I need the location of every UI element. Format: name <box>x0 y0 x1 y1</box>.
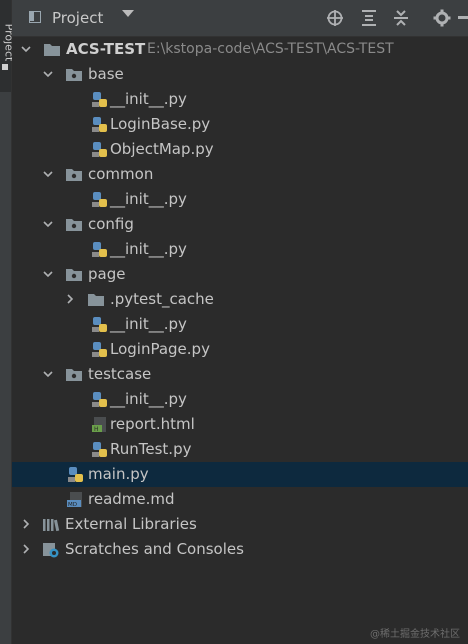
tree-row-file[interactable]: LoginPage.py <box>12 337 468 362</box>
root-folder-name: ACS-TEST <box>66 40 146 58</box>
tab-marker-icon <box>2 64 8 70</box>
python-file-icon <box>92 142 107 157</box>
python-file-icon <box>92 242 107 257</box>
folder-name: base <box>88 65 124 83</box>
file-name: RunTest.py <box>110 440 192 458</box>
file-name: LoginPage.py <box>110 340 210 358</box>
scratches-label: Scratches and Consoles <box>65 540 244 558</box>
package-folder-icon <box>66 169 82 181</box>
python-file-icon <box>92 117 107 132</box>
tree-row-folder-pytest-cache[interactable]: .pytest_cache <box>12 287 468 312</box>
svg-text:MD: MD <box>68 502 77 508</box>
crosshair-icon[interactable] <box>326 9 344 27</box>
library-icon <box>43 519 60 532</box>
tree-row-file[interactable]: ObjectMap.py <box>12 137 468 162</box>
tree-row-folder-config[interactable]: config <box>12 212 468 237</box>
file-name: __init__.py <box>110 90 187 108</box>
tree-row-file[interactable]: __init__.py <box>12 237 468 262</box>
root-folder-path: E:\kstopa-code\ACS-TEST\ACS-TEST <box>147 41 394 57</box>
tree-row-file[interactable]: __init__.py <box>12 87 468 112</box>
package-folder-icon <box>66 69 82 81</box>
python-file-icon <box>92 317 107 332</box>
folder-icon <box>88 294 104 306</box>
collapse-all-icon[interactable] <box>392 9 410 27</box>
view-dropdown-chevron-icon[interactable] <box>122 10 134 17</box>
file-name: __init__.py <box>110 190 187 208</box>
project-view-icon <box>29 11 41 23</box>
panel-title[interactable]: Project <box>52 9 103 27</box>
package-folder-icon <box>66 219 82 231</box>
file-name: report.html <box>110 415 195 433</box>
file-name: __init__.py <box>110 315 187 333</box>
python-file-icon <box>68 467 83 482</box>
tree-row-external-libraries[interactable]: External Libraries <box>12 512 468 537</box>
folder-name: page <box>88 265 126 283</box>
project-tree: ACS-TEST E:\kstopa-code\ACS-TEST\ACS-TES… <box>12 37 468 562</box>
file-name: LoginBase.py <box>110 115 211 133</box>
tree-row-file[interactable]: LoginBase.py <box>12 112 468 137</box>
chevron-down-icon[interactable] <box>42 168 54 180</box>
tree-row-folder-base[interactable]: base <box>12 62 468 87</box>
file-name: __init__.py <box>110 390 187 408</box>
python-file-icon <box>92 442 107 457</box>
tree-row-scratches[interactable]: Scratches and Consoles <box>12 537 468 562</box>
file-name: ObjectMap.py <box>110 140 214 158</box>
folder-icon <box>44 44 60 56</box>
tree-row-file[interactable]: RunTest.py <box>12 437 468 462</box>
tree-row-file[interactable]: MD readme.md <box>12 487 468 512</box>
scratches-icon <box>43 543 59 558</box>
tree-row-file[interactable]: __init__.py <box>12 387 468 412</box>
tree-row-root[interactable]: ACS-TEST E:\kstopa-code\ACS-TEST\ACS-TES… <box>12 37 468 62</box>
chevron-down-icon[interactable] <box>42 68 54 80</box>
project-tool-tab[interactable]: Project <box>0 0 15 92</box>
file-name: main.py <box>88 465 149 483</box>
tree-row-file[interactable]: __init__.py <box>12 312 468 337</box>
file-name: __init__.py <box>110 240 187 258</box>
folder-name: testcase <box>88 365 152 383</box>
markdown-file-icon: MD <box>67 492 82 508</box>
folder-name: .pytest_cache <box>110 290 214 308</box>
chevron-right-icon[interactable] <box>20 518 32 530</box>
chevron-down-icon[interactable] <box>42 218 54 230</box>
tree-row-file[interactable]: H report.html <box>12 412 468 437</box>
chevron-right-icon[interactable] <box>20 543 32 555</box>
watermark: @稀土掘金技术社区 <box>370 629 460 640</box>
expand-all-icon[interactable] <box>360 9 378 27</box>
tree-row-folder-page[interactable]: page <box>12 262 468 287</box>
tree-row-file[interactable]: __init__.py <box>12 187 468 212</box>
external-libraries-label: External Libraries <box>65 515 197 533</box>
svg-text:H: H <box>94 426 99 433</box>
file-name: readme.md <box>88 490 175 508</box>
gear-icon[interactable] <box>433 9 451 27</box>
folder-name: config <box>88 215 134 233</box>
package-folder-icon <box>66 269 82 281</box>
chevron-down-icon[interactable] <box>42 268 54 280</box>
python-file-icon <box>92 92 107 107</box>
chevron-right-icon[interactable] <box>64 293 76 305</box>
python-file-icon <box>92 192 107 207</box>
folder-name: common <box>88 165 154 183</box>
project-panel-header: Project <box>12 0 468 37</box>
tree-row-folder-common[interactable]: common <box>12 162 468 187</box>
python-file-icon <box>92 342 107 357</box>
project-panel: Project ACS-TEST E:\kstopa-code\ACS-TEST… <box>12 0 468 644</box>
chevron-down-icon[interactable] <box>42 368 54 380</box>
tree-row-file-selected[interactable]: main.py <box>12 462 468 487</box>
chevron-down-icon[interactable] <box>20 43 32 55</box>
minimize-icon[interactable] <box>458 16 468 20</box>
tool-window-strip: Project <box>0 0 15 644</box>
python-file-icon <box>92 392 107 407</box>
tree-row-folder-testcase[interactable]: testcase <box>12 362 468 387</box>
package-folder-icon <box>66 369 82 381</box>
html-file-icon: H <box>92 417 106 433</box>
